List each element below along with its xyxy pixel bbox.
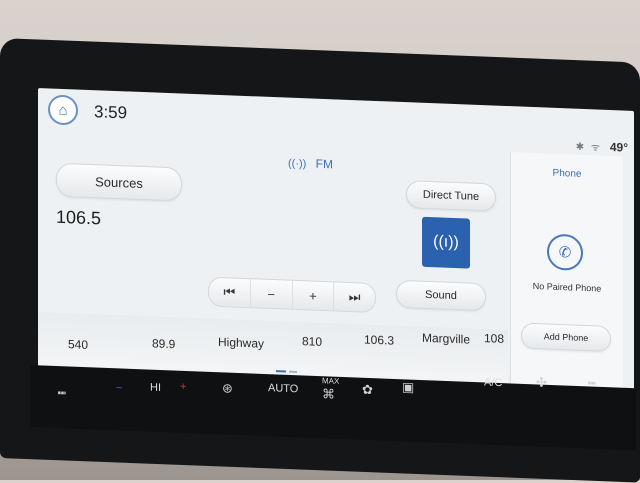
plus-icon: + [309, 287, 317, 304]
broadcast-icon: ((ı)) [433, 233, 459, 252]
preset-item[interactable]: 108 [484, 331, 504, 346]
current-frequency: 106.5 [56, 206, 102, 229]
infotainment-screen: ⌂ 3:59 ✱ ᯤ 49° ((·)) FM Sources 106.5 Di… [38, 88, 634, 411]
preset-item[interactable]: 89.9 [152, 336, 175, 351]
antenna-status-icon: ᯤ [590, 142, 602, 154]
radio-antenna-icon: ((·)) [288, 157, 307, 171]
signal-icons: ✱ ᯤ [576, 139, 602, 154]
outside-temperature: 49° [609, 139, 628, 155]
seek-back-button[interactable]: ⏮ [209, 277, 251, 308]
fan-increase-button[interactable]: + [180, 381, 186, 393]
seek-forward-button[interactable]: ⏭ [334, 282, 375, 312]
phone-status: No Paired Phone [532, 281, 602, 294]
sound-label: Sound [425, 288, 457, 303]
home-icon: ⌂ [58, 101, 68, 119]
phone-button[interactable]: ✆ [547, 233, 583, 271]
direct-tune-label: Direct Tune [422, 188, 480, 203]
tune-up-button[interactable]: + [292, 280, 335, 311]
seek-back-icon: ⏮ [223, 284, 236, 300]
home-button[interactable]: ⌂ [48, 94, 78, 126]
preset-item[interactable]: Highway [218, 335, 264, 351]
steering-heat-icon[interactable]: ⊛ [222, 380, 233, 396]
phone-panel: Phone ✆ No Paired Phone Add Phone [510, 152, 623, 409]
bluetooth-icon: ✱ [575, 141, 587, 154]
fan-decrease-button[interactable]: − [116, 382, 122, 394]
band-indicator: ((·)) FM [288, 156, 333, 172]
sources-button[interactable]: Sources [56, 162, 182, 202]
heated-seat-icon[interactable]: ⑉ [58, 382, 66, 397]
tuner-controls: ⏮ − + ⏭ [208, 276, 376, 313]
page-dot-active [276, 370, 286, 373]
phone-title: Phone [552, 167, 582, 180]
page-dot [289, 370, 297, 373]
direct-tune-button[interactable]: Direct Tune [406, 180, 496, 212]
defrost-icon[interactable]: ⌘ [322, 386, 335, 402]
passenger-seat-icon[interactable]: ⑉ [588, 372, 596, 387]
preset-item[interactable]: 106.3 [364, 333, 394, 348]
clock: 3:59 [94, 102, 128, 123]
tune-down-button[interactable]: − [250, 279, 293, 309]
add-phone-label: Add Phone [543, 331, 589, 344]
fan-level: HI [150, 381, 161, 395]
band-label: FM [315, 156, 333, 172]
phone-icon: ✆ [558, 244, 572, 262]
preset-item[interactable]: 540 [68, 337, 88, 352]
add-phone-button[interactable]: Add Phone [521, 322, 611, 353]
seek-forward-icon: ⏭ [348, 288, 361, 305]
station-art-tile: ((ı)) [422, 216, 470, 269]
sources-label: Sources [95, 173, 143, 191]
preset-item[interactable]: Margville [422, 331, 470, 347]
fan-icon[interactable]: ✣ [536, 374, 547, 390]
preset-item[interactable]: 810 [302, 334, 322, 349]
rear-defrost-icon[interactable]: ▣ [402, 379, 414, 395]
sound-button[interactable]: Sound [396, 279, 486, 312]
max-defrost-label: MAX [322, 376, 340, 386]
auto-climate-button[interactable]: AUTO [268, 382, 298, 395]
ac-button[interactable]: A/C [484, 376, 502, 389]
fan-speed-icon[interactable]: ✿ [362, 382, 373, 398]
minus-icon: − [267, 286, 275, 302]
